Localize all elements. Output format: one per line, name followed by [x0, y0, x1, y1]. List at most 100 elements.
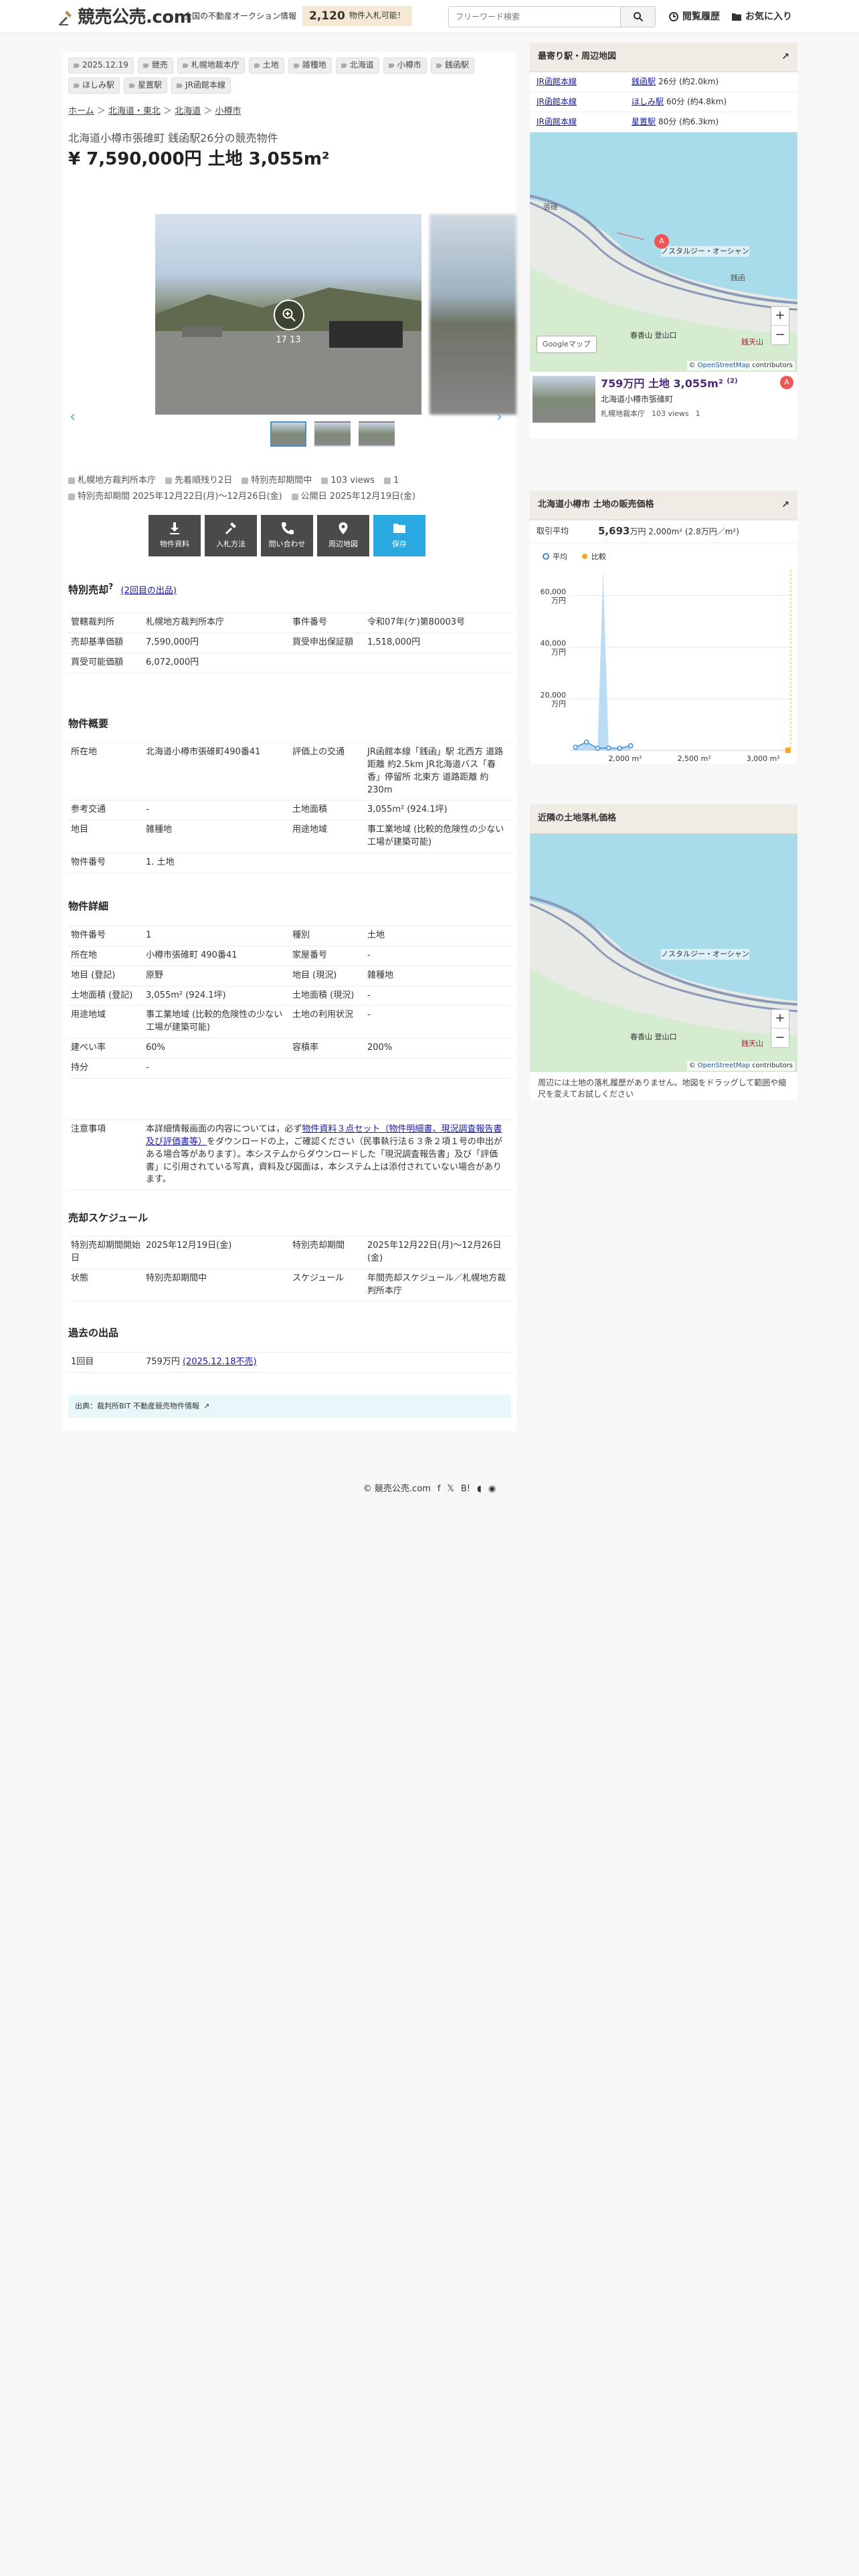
main-photo[interactable]: 17 13 — [155, 214, 421, 415]
station-link[interactable]: 銭函駅 — [632, 77, 656, 86]
search-input[interactable] — [449, 7, 620, 27]
search-button[interactable] — [620, 7, 655, 27]
tag-chip[interactable]: 2025.12.19 — [68, 58, 134, 74]
tag-icon — [74, 83, 80, 88]
zoom-in-icon — [282, 308, 296, 322]
tag-chip[interactable]: 北海道 — [335, 58, 379, 74]
table-key: 地目 (現況) — [290, 965, 365, 986]
table-key — [290, 652, 365, 673]
save-button[interactable]: 保存 — [373, 515, 425, 556]
data-point — [628, 743, 634, 748]
breadcrumb-region[interactable]: 北海道・東北 — [108, 106, 161, 116]
tag-chip[interactable]: 銭函駅 — [430, 58, 474, 74]
tag-chip[interactable]: 雑種地 — [288, 58, 332, 74]
zoom-in-button[interactable]: + — [771, 307, 789, 326]
site-logo[interactable]: 競売公売.com — [58, 5, 192, 31]
nearby-map[interactable]: 張碓 銭函 ノスタルジー・オーシャン 春香山 登山口 銭天山 A + − Goo… — [530, 132, 797, 372]
search-box — [448, 6, 656, 27]
past-table: 1回目 759万円 (2025.12.18不売) — [68, 1352, 511, 1373]
external-link-icon[interactable]: ↗ — [781, 498, 789, 512]
y-tick-unit: 万円 — [551, 597, 566, 605]
past-result-link[interactable]: (2025.12.18不売) — [183, 1357, 257, 1367]
tag-chip[interactable]: ほしみ駅 — [68, 78, 120, 94]
gavel-icon — [225, 522, 236, 535]
tag-icon — [341, 63, 347, 68]
thumbnail[interactable] — [359, 421, 395, 447]
table-value: - — [143, 800, 290, 821]
x-icon[interactable]: 𝕏 — [447, 1483, 454, 1496]
line-link[interactable]: JR函館本線 — [537, 117, 577, 126]
table-key: 事件番号 — [290, 613, 365, 633]
zoom-photo-button[interactable] — [274, 300, 304, 330]
tag-chip[interactable]: JR函館本線 — [171, 78, 231, 94]
mini-marker: A — [780, 376, 793, 389]
clock-icon — [291, 494, 298, 501]
table-key: 地目 — [68, 820, 143, 853]
facebook-icon[interactable]: f — [438, 1483, 441, 1496]
history-link[interactable]: 閲覧履歴 — [669, 10, 720, 23]
y-tick-label: 40,000 — [541, 639, 567, 648]
table-key: 用途地域 — [290, 820, 365, 853]
station-link[interactable]: ほしみ駅 — [632, 97, 664, 106]
contact-button[interactable]: 問い合わせ — [261, 515, 313, 556]
osm-link[interactable]: OpenStreetMap — [698, 1062, 750, 1069]
breadcrumb-home[interactable]: ホーム — [68, 106, 94, 116]
table-row: 持分 - — [68, 1057, 511, 1079]
map-button[interactable]: 周辺地図 — [317, 515, 369, 556]
tag-chip[interactable]: 土地 — [248, 58, 284, 74]
google-maps-button[interactable]: Googleマップ — [537, 336, 597, 353]
table-value: 200% — [365, 1038, 511, 1059]
special-sale-link[interactable]: (2回目の出品) — [121, 586, 177, 596]
table-key: 容積率 — [290, 1038, 365, 1059]
tag-chip[interactable]: 札幌地裁本庁 — [177, 58, 245, 74]
table-row: 買受可能価額 6,072,000円 — [68, 652, 511, 673]
station-row: JR函館本線 ほしみ駅 60分 (約4.8km) — [530, 92, 797, 112]
table-value: 事工業地域 (比較的危険性の少ない工場が建築可能) — [365, 820, 511, 853]
breadcrumb-pref[interactable]: 北海道 — [175, 106, 201, 116]
calendar-icon — [68, 494, 75, 501]
site-header: 競売公売.com 全国の不動産オークション情報 2,120 物件入札可能！ 閲覧… — [0, 0, 859, 33]
breadcrumb-city[interactable]: 小樽市 — [215, 106, 241, 116]
zoom-in-button[interactable]: + — [771, 1010, 789, 1029]
thumbnail[interactable] — [270, 421, 306, 447]
logo-text: 競売公売.com — [78, 7, 192, 27]
pocket-icon[interactable]: ◖ — [477, 1483, 482, 1496]
table-row: 管轄裁判所 札幌地方裁判所本庁 事件番号 令和07年(ケ)第80003号 — [68, 613, 511, 633]
table-value: 年間売却スケジュール／札幌地方裁判所本庁 — [365, 1268, 511, 1302]
prev-arrow-icon[interactable]: ‹ — [70, 407, 76, 428]
station-link[interactable]: 星置駅 — [632, 117, 656, 126]
tag-chip[interactable]: 小樽市 — [383, 58, 427, 74]
thumbnail[interactable] — [314, 421, 351, 447]
tag-chip[interactable]: 星置駅 — [124, 78, 168, 94]
documents-button[interactable]: 物件資料 — [149, 515, 201, 556]
favorites-link[interactable]: お気に入り — [732, 10, 792, 23]
hatena-icon[interactable]: B! — [461, 1483, 470, 1496]
bid-method-button[interactable]: 入札方法 — [205, 515, 257, 556]
land-price-note: 周辺には土地の落札履歴がありません。地図をドラッグして範囲や縮尺を変えてお試しく… — [538, 1078, 787, 1099]
zoom-out-button[interactable]: − — [771, 1029, 789, 1047]
line-link[interactable]: JR函館本線 — [537, 77, 577, 86]
hammer-logo-icon — [59, 10, 72, 25]
table-key: 土地の利用状況 — [290, 1005, 365, 1039]
zoom-out-button[interactable]: − — [771, 326, 789, 344]
external-link-icon[interactable]: ↗ — [781, 50, 789, 64]
next-photo-preview[interactable] — [430, 214, 516, 415]
table-row: 建ぺい率 60% 容積率 200% — [68, 1038, 511, 1059]
line-link[interactable]: JR函館本線 — [537, 97, 577, 106]
land-price-map[interactable]: ノスタルジー・オーシャン 春香山 登山口 銭天山 + − © OpenStree… — [530, 834, 797, 1072]
tag-chip[interactable]: 競売 — [137, 58, 173, 74]
table-value: 3,055m² (924.1坪) — [143, 985, 290, 1006]
clock-icon — [669, 12, 678, 22]
osm-link[interactable]: OpenStreetMap — [698, 362, 750, 369]
table-key: 物件番号 — [68, 926, 143, 946]
folder-icon — [732, 13, 741, 21]
property-marker[interactable]: A — [654, 234, 669, 249]
external-link-icon[interactable]: ↗ — [203, 1401, 209, 1412]
price-chart-card: 北海道小樽市 土地の販売価格 ↗ 取引平均 5,693万円 2,000m² (2… — [530, 491, 797, 764]
table-key: 特別売却期間開始日 — [68, 1236, 143, 1269]
listing-mini-card[interactable]: 759万円 土地 3,055m² (2) 北海道小樽市張碓町 札幌地裁本庁 10… — [530, 372, 797, 427]
table-value: 札幌地方裁判所本庁 — [143, 613, 290, 633]
next-arrow-icon[interactable]: › — [496, 407, 502, 428]
status-icon — [242, 477, 249, 485]
line-icon[interactable]: ◉ — [488, 1483, 496, 1496]
